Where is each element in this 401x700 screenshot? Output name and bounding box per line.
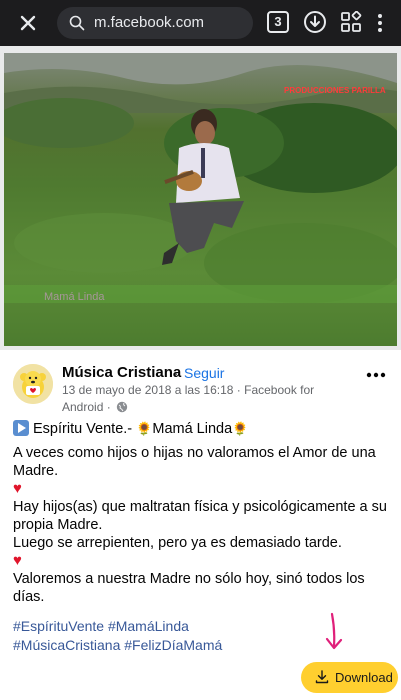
extensions-button[interactable] xyxy=(340,10,362,33)
sunflower-icon: 🌻 xyxy=(232,421,249,436)
post-line: A veces como hijos o hijas no valoramos … xyxy=(13,445,376,479)
browser-toolbar: m.facebook.com 3 xyxy=(0,0,401,46)
download-button[interactable]: Download xyxy=(301,662,398,693)
post-options-button[interactable] xyxy=(362,368,390,382)
post-title-line: Espíritu Vente.- 🌻Mamá Linda🌻 xyxy=(13,420,391,438)
name-separator: · xyxy=(174,365,179,381)
post-meta-text: 13 de mayo de 2018 a las 16:18 · Faceboo… xyxy=(62,383,315,414)
follow-button[interactable]: Seguir xyxy=(184,365,224,381)
address-bar[interactable]: m.facebook.com xyxy=(57,7,253,39)
video-caption: Mamá Linda xyxy=(44,291,105,303)
post-card: Música Cristiana · Seguir 13 de mayo de … xyxy=(4,350,398,700)
search-icon xyxy=(69,15,85,31)
heart-icon: ♥ xyxy=(13,552,22,569)
downloads-button[interactable] xyxy=(303,10,327,34)
more-vertical-icon xyxy=(378,14,382,32)
post-title-left: Espíritu Vente.- xyxy=(33,421,137,437)
post-timestamp[interactable]: 13 de mayo de 2018 a las 16:18 · Faceboo… xyxy=(62,382,332,416)
video-container: PRODUCCIONES PARILLA Mamá Linda xyxy=(0,46,401,350)
download-circle-icon xyxy=(304,11,326,33)
download-icon xyxy=(315,670,329,684)
hashtag-line[interactable]: #MúsicaCristiana #FelizDíaMamá xyxy=(13,636,343,655)
download-label: Download xyxy=(335,670,393,685)
arrow-down-icon xyxy=(325,612,343,650)
close-button[interactable] xyxy=(14,9,42,37)
play-button-emoji-icon xyxy=(13,420,29,436)
post-line: Luego se arrepienten, pero ya es demasia… xyxy=(13,535,342,551)
hashtags: #EspírituVente #MamáLinda #MúsicaCristia… xyxy=(13,617,343,655)
close-icon xyxy=(20,15,36,31)
url-text[interactable]: m.facebook.com xyxy=(94,14,204,31)
video-player[interactable]: PRODUCCIONES PARILLA Mamá Linda xyxy=(4,53,397,346)
more-horizontal-icon xyxy=(366,372,386,378)
avatar-bear-image xyxy=(13,364,53,404)
post-line: Valoremos a nuestra Madre no sólo hoy, s… xyxy=(13,571,365,605)
post-title-right: Mamá Linda xyxy=(152,421,233,437)
sunflower-icon: 🌻 xyxy=(136,421,153,436)
page-avatar[interactable] xyxy=(13,364,53,404)
post-line: Hay hijos(as) que maltratan física y psi… xyxy=(13,499,387,533)
browser-menu-button[interactable] xyxy=(373,10,387,36)
page-name[interactable]: Música Cristiana xyxy=(62,364,181,381)
post-body: Espíritu Vente.- 🌻Mamá Linda🌻 A veces co… xyxy=(13,420,391,606)
video-watermark: PRODUCCIONES PARILLA xyxy=(284,86,386,95)
heart-icon: ♥ xyxy=(13,480,22,497)
tab-switcher-button[interactable]: 3 xyxy=(267,11,289,33)
extensions-icon xyxy=(341,10,362,32)
globe-icon xyxy=(116,401,128,413)
hashtag-line[interactable]: #EspírituVente #MamáLinda xyxy=(13,617,343,636)
